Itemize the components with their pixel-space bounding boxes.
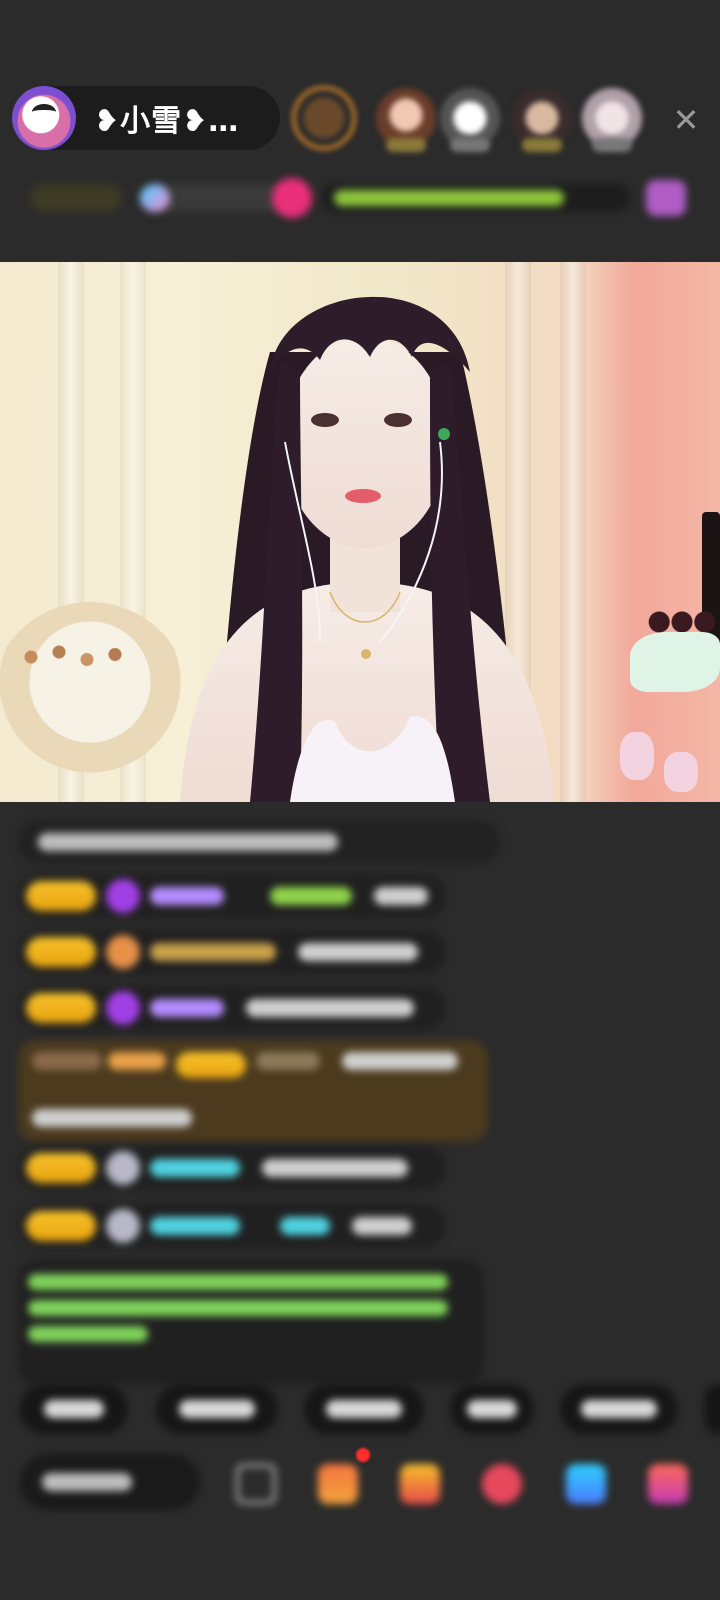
host-info-pill[interactable]: ❥小雪❥…	[12, 86, 280, 150]
chat-message-text	[374, 887, 428, 905]
system-notice-line	[28, 1300, 448, 1316]
chat-message[interactable]	[18, 1146, 446, 1190]
level-badge	[26, 937, 96, 967]
chat-message-text	[246, 999, 414, 1017]
quick-reply-text	[44, 1400, 104, 1418]
chat-message-text	[342, 1052, 458, 1070]
treasure-icon[interactable]	[400, 1464, 440, 1504]
gift-box-icon[interactable]	[646, 180, 686, 216]
chat-message[interactable]	[18, 986, 446, 1030]
fan-icon	[106, 935, 140, 969]
quick-reply-text	[581, 1400, 657, 1418]
fan-icon	[106, 1209, 140, 1243]
notification-dot	[356, 1448, 370, 1462]
rank-chip[interactable]	[30, 184, 122, 212]
top-viewer-avatar[interactable]	[292, 86, 356, 150]
chat-message[interactable]	[18, 1204, 446, 1248]
diamond-icon	[106, 879, 140, 913]
close-icon[interactable]: ✕	[668, 102, 704, 138]
fans-icon	[140, 184, 170, 212]
level-badge	[26, 1211, 96, 1241]
quick-reply-chip[interactable]	[156, 1384, 278, 1434]
chat-username[interactable]	[150, 1217, 240, 1235]
diamond-icon	[106, 991, 140, 1025]
chat-input-placeholder	[42, 1473, 132, 1491]
live-video[interactable]	[0, 262, 720, 802]
more-icon[interactable]	[648, 1464, 688, 1504]
chat-message-text	[352, 1217, 412, 1235]
quick-reply-chip[interactable]	[560, 1384, 678, 1434]
red-packet-icon[interactable]	[482, 1464, 522, 1504]
quick-reply-text	[467, 1400, 517, 1418]
chat-message[interactable]	[18, 874, 446, 918]
chat-message-text	[32, 1109, 192, 1127]
chat-username[interactable]	[270, 887, 352, 905]
vip-tag	[32, 1052, 102, 1070]
noble-badge	[108, 1052, 166, 1070]
system-notice-line	[28, 1274, 448, 1290]
gift-icon[interactable]	[318, 1464, 358, 1504]
quick-reply-chip[interactable]	[20, 1384, 128, 1434]
chat-message[interactable]	[18, 820, 500, 864]
chat-input[interactable]	[20, 1454, 200, 1510]
viewer-rank-tag	[522, 138, 562, 152]
live-info-bar[interactable]	[0, 170, 720, 226]
viewer-rank-tag	[450, 138, 490, 152]
host-avatar[interactable]	[12, 86, 76, 150]
highlight-chat-message[interactable]	[18, 1040, 488, 1142]
quick-reply-chip[interactable]	[450, 1384, 534, 1434]
fan-icon	[106, 1151, 140, 1185]
chat-message-text	[38, 833, 338, 851]
quick-reply-text	[179, 1400, 255, 1418]
streamer-figure	[180, 296, 555, 802]
decor-ribbon	[630, 632, 720, 692]
decor-tassel	[620, 732, 654, 780]
emoji-icon[interactable]	[236, 1464, 276, 1504]
host-name: ❥小雪❥…	[94, 104, 240, 139]
chat-message-text	[262, 1159, 408, 1177]
activity-text	[334, 190, 564, 206]
level-badge	[26, 1153, 96, 1183]
quick-reply-chip[interactable]	[704, 1384, 720, 1434]
chat-username[interactable]	[150, 943, 276, 961]
share-icon[interactable]	[566, 1464, 606, 1504]
system-notice-line	[28, 1326, 148, 1342]
chat-username[interactable]	[150, 1159, 240, 1177]
level-badge	[26, 881, 96, 911]
viewer-rank-tag	[592, 138, 632, 152]
level-badge	[176, 1052, 246, 1078]
heart-icon[interactable]	[272, 178, 312, 218]
chat-message-text	[298, 943, 418, 961]
decor-bear	[620, 512, 720, 802]
chat-username[interactable]	[150, 887, 224, 905]
level-badge	[26, 993, 96, 1023]
chat-username[interactable]	[256, 1052, 320, 1070]
viewer-rank-tag	[386, 138, 426, 152]
decor-tassel	[664, 752, 698, 792]
chat-message[interactable]	[18, 930, 446, 974]
chat-username[interactable]	[150, 999, 224, 1017]
system-notice	[18, 1260, 484, 1384]
quick-reply-text	[326, 1400, 402, 1418]
quick-reply-chip[interactable]	[304, 1384, 424, 1434]
chat-username[interactable]	[280, 1217, 330, 1235]
